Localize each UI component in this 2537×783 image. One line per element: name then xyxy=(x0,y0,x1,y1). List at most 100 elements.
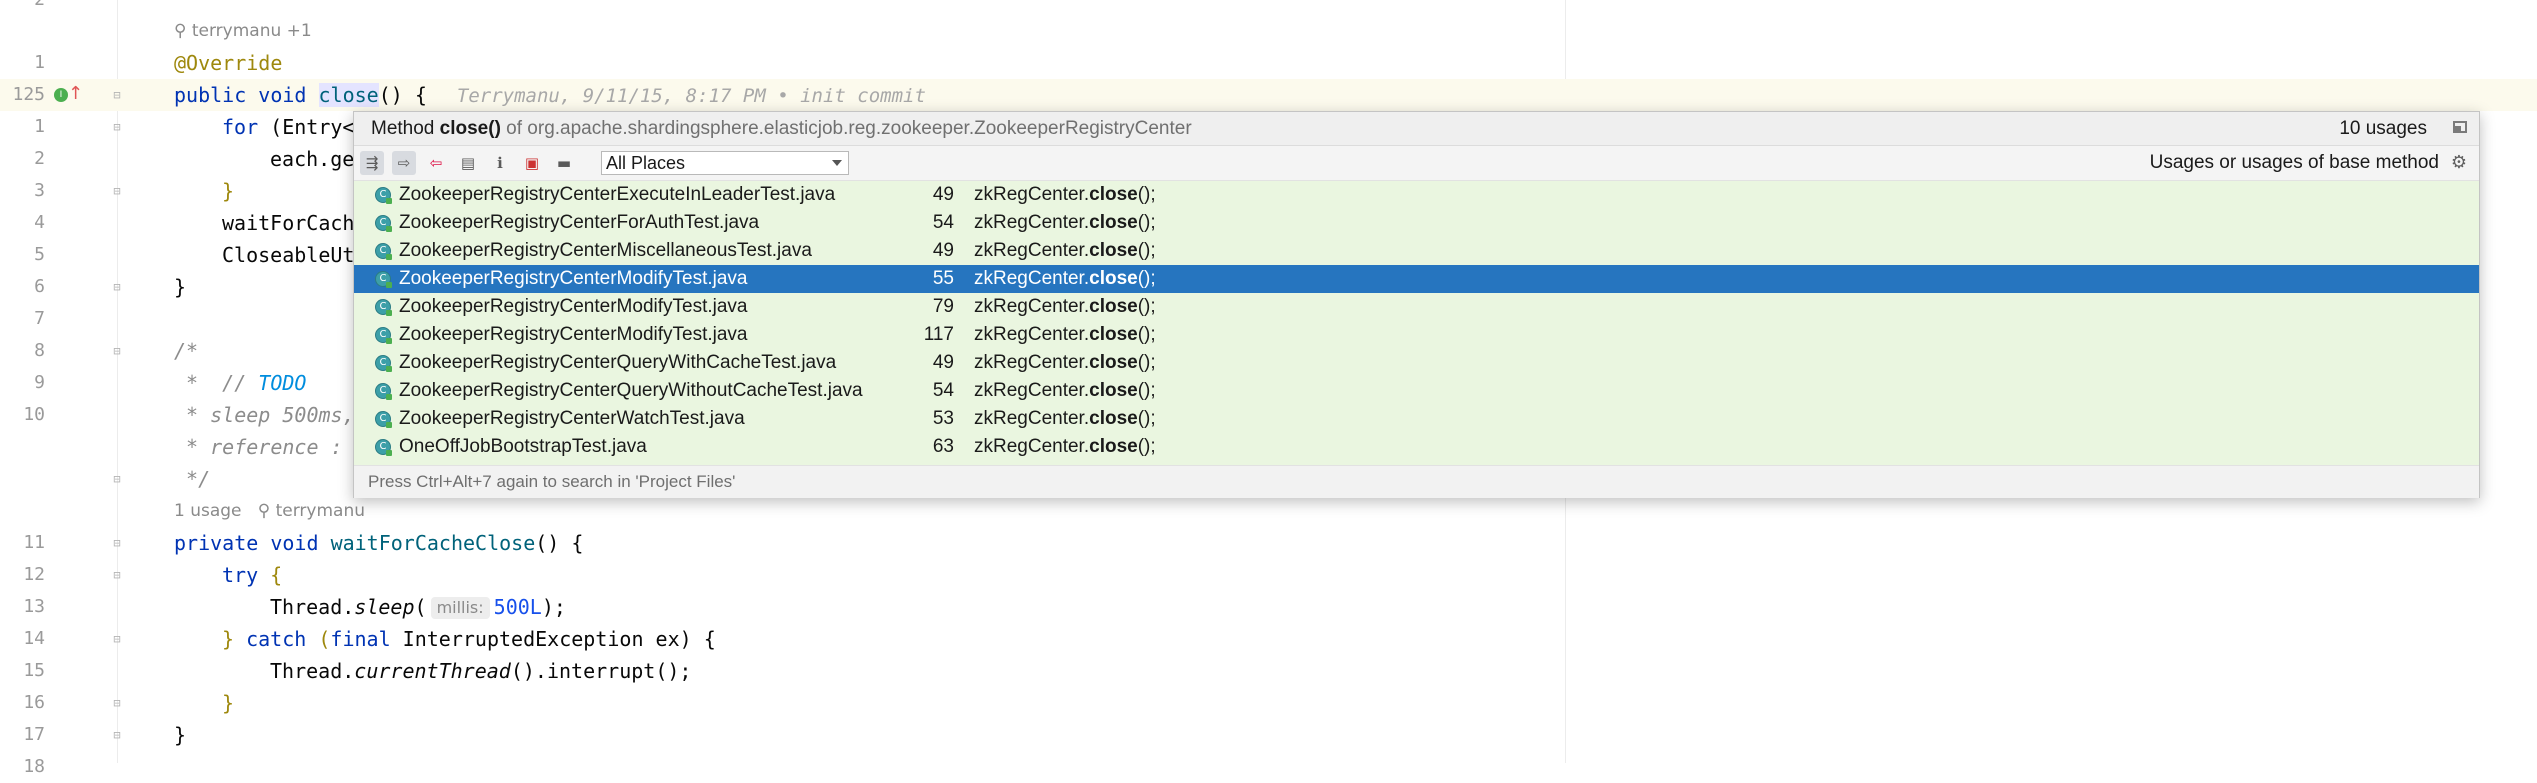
scope-description: Usages or usages of base method xyxy=(2149,152,2439,173)
code-text: (Entry< xyxy=(270,115,355,139)
test-class-icon: C xyxy=(375,327,392,344)
usage-row[interactable]: C ZookeeperRegistryCenterForAuthTest.java… xyxy=(354,209,2479,237)
filter-icon[interactable]: ▣ xyxy=(520,151,544,175)
show-read-access-icon[interactable]: ⇦ xyxy=(424,151,448,175)
code-comment[interactable]: */ xyxy=(174,463,210,495)
fold-marker-icon[interactable]: ⊟ xyxy=(110,472,124,486)
usage-row[interactable]: C ZookeeperRegistryCenterQueryWithCacheTe… xyxy=(354,349,2479,377)
open-in-find-window-icon[interactable] xyxy=(2453,121,2467,133)
code-line[interactable]: try { xyxy=(222,559,282,591)
merge-usages-icon[interactable]: ⇶ xyxy=(360,151,384,175)
usage-snippet: zkRegCenter.close(); xyxy=(974,181,1156,209)
group-by-file-icon[interactable]: ▤ xyxy=(456,151,480,175)
fold-marker-icon[interactable]: ⊟ xyxy=(110,696,124,710)
usage-row[interactable]: C ZookeeperRegistryCenterExecuteInLeaderT… xyxy=(354,181,2479,209)
usage-row[interactable]: C ZookeeperRegistryCenterWatchTest.java 53… xyxy=(354,405,2479,433)
usage-line: 55 xyxy=(932,268,954,289)
usage-line: 49 xyxy=(932,352,954,373)
snippet-prefix: zkRegCenter. xyxy=(974,240,1090,261)
line-number: 1 xyxy=(34,116,45,137)
usage-file: ZookeeperRegistryCenterWatchTest.java xyxy=(399,408,745,429)
fold-marker-icon[interactable]: ⊟ xyxy=(110,344,124,358)
fold-marker-icon[interactable]: ⊟ xyxy=(110,536,124,550)
code-line[interactable]: } xyxy=(222,687,234,719)
code-keyword: for xyxy=(222,115,259,139)
test-class-icon: C xyxy=(375,299,392,316)
override-up-arrow-icon[interactable]: ↑ xyxy=(68,84,83,104)
code-keyword: void xyxy=(258,83,307,107)
usages-list[interactable]: C ZookeeperRegistryCenterExecuteInLeaderT… xyxy=(354,181,2479,465)
usage-row[interactable]: C OneOffJobBootstrapTest.java 63 zkRegCente… xyxy=(354,433,2479,461)
code-line[interactable]: public void close() {Terrymanu, 9/11/15,… xyxy=(174,79,926,112)
code-line[interactable]: } xyxy=(174,271,186,303)
popup-header[interactable]: Method close() of org.apache.shardingsph… xyxy=(354,112,2479,146)
gutter-separator xyxy=(117,0,118,763)
usage-file: ZookeeperRegistryCenterModifyTest.java xyxy=(399,324,748,345)
code-line[interactable]: CloseableUt xyxy=(222,239,354,271)
fold-marker-icon[interactable]: ⊟ xyxy=(110,280,124,294)
code-line[interactable]: } xyxy=(222,175,234,207)
code-line[interactable]: } catch (final InterruptedException ex) … xyxy=(222,623,716,655)
code-line[interactable]: for (Entry< xyxy=(222,111,354,143)
fold-marker-icon[interactable]: ⊟ xyxy=(110,568,124,582)
code-keyword: private xyxy=(174,531,259,555)
info-icon[interactable]: ℹ xyxy=(488,151,512,175)
line-number: 7 xyxy=(34,308,45,329)
code-line[interactable]: @Override xyxy=(174,47,282,79)
snippet-prefix: zkRegCenter. xyxy=(974,380,1090,401)
snippet-method: close xyxy=(1089,380,1138,401)
snippet-method: close xyxy=(1089,212,1138,233)
usage-file: ZookeeperRegistryCenterExecuteInLeaderTe… xyxy=(399,184,836,205)
line-number: 125 xyxy=(12,84,45,105)
fold-marker-icon[interactable]: ⊟ xyxy=(110,632,124,646)
author-inlay[interactable]: ⚲ terrymanu +1 xyxy=(174,15,312,47)
snippet-prefix: zkRegCenter. xyxy=(974,212,1090,233)
gear-icon[interactable]: ⚙ xyxy=(2451,152,2467,174)
snippet-method: close xyxy=(1089,296,1138,317)
code-line[interactable]: private void waitForCacheClose() { xyxy=(174,527,583,559)
usage-row[interactable]: C ZookeeperRegistryCenterMiscellaneousTes… xyxy=(354,237,2479,265)
code-comment[interactable]: * reference : ht xyxy=(174,431,379,463)
implementing-method-icon[interactable]: I xyxy=(54,88,68,102)
code-keyword: try xyxy=(222,563,259,587)
code-comment[interactable]: /* xyxy=(174,335,198,367)
snippet-suffix: (); xyxy=(1137,408,1156,429)
popup-title-prefix: Method xyxy=(371,118,440,139)
usage-line: 79 xyxy=(932,296,954,317)
usage-inlay[interactable]: 1 usage ⚲ terrymanu xyxy=(174,495,365,527)
preview-icon[interactable]: ▬ xyxy=(552,151,576,175)
usage-row[interactable]: C ZookeeperRegistryCenterModifyTest.java 7… xyxy=(354,293,2479,321)
line-number: 12 xyxy=(23,564,45,585)
scope-select[interactable]: All Places xyxy=(601,151,849,175)
fold-marker-icon[interactable]: ⊟ xyxy=(110,120,124,134)
code-text: Thread. xyxy=(270,595,355,619)
code-line[interactable]: waitForCach xyxy=(222,207,354,239)
code-line[interactable]: } xyxy=(174,719,186,751)
usage-snippet: zkRegCenter.close(); xyxy=(974,237,1156,265)
usage-count-link[interactable]: 1 usage xyxy=(174,501,242,521)
navigate-to-usage-icon[interactable]: ⇨ xyxy=(392,151,416,175)
usage-file: OneOffJobBootstrapTest.java xyxy=(399,436,647,457)
code-comment[interactable]: * // TODO xyxy=(174,367,306,399)
line-number: 18 xyxy=(23,756,45,777)
todo-marker: TODO xyxy=(258,371,307,395)
fold-marker-icon[interactable]: ⊟ xyxy=(110,88,124,102)
snippet-suffix: (); xyxy=(1137,436,1156,457)
code-text: ( xyxy=(306,627,331,651)
usage-row[interactable]: C ZookeeperRegistryCenterQueryWithoutCach… xyxy=(354,377,2479,405)
usage-line: 49 xyxy=(932,184,954,205)
snippet-method: close xyxy=(1089,352,1138,373)
line-number: 6 xyxy=(34,276,45,297)
code-line[interactable]: Thread.sleep(millis: 500L); xyxy=(270,591,566,623)
usage-row-selected[interactable]: C ZookeeperRegistryCenterModifyTest.java 5… xyxy=(354,265,2479,293)
snippet-method: close xyxy=(1089,408,1138,429)
code-text: Thread. xyxy=(270,659,355,683)
popup-footer-hint: Press Ctrl+Alt+7 again to search in 'Pro… xyxy=(368,472,736,491)
code-comment[interactable]: * sleep 500ms, xyxy=(174,399,355,431)
fold-marker-icon[interactable]: ⊟ xyxy=(110,184,124,198)
fold-marker-icon[interactable]: ⊟ xyxy=(110,728,124,742)
usage-row[interactable]: C ZookeeperRegistryCenterModifyTest.java 1… xyxy=(354,321,2479,349)
code-line[interactable]: each.ge xyxy=(270,143,354,175)
code-line[interactable]: Thread.currentThread().interrupt(); xyxy=(270,655,691,687)
show-usages-popup[interactable]: Method close() of org.apache.shardingsph… xyxy=(353,111,2480,498)
